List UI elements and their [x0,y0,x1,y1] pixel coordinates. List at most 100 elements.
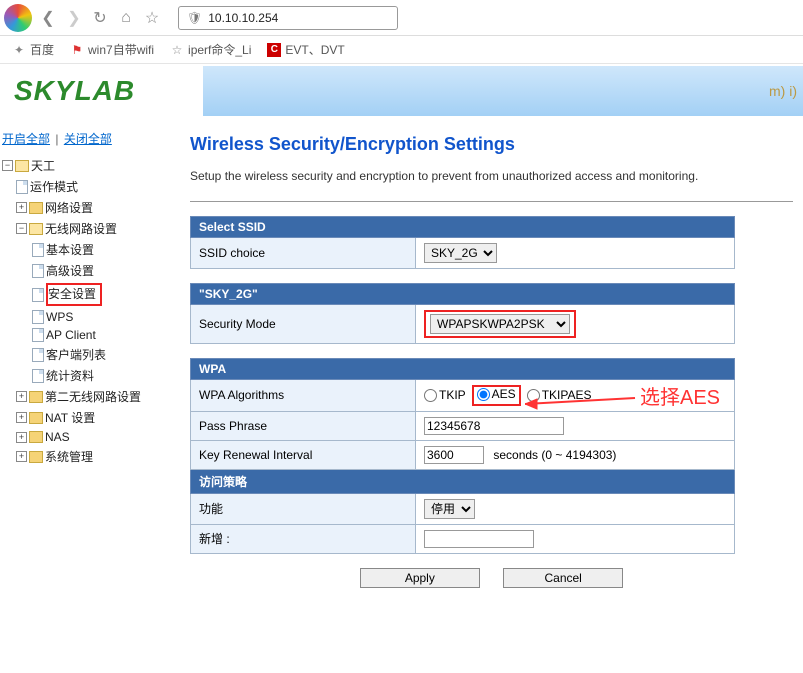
bookmark-wifi[interactable]: ⚑win7自带wifi [70,41,154,58]
close-all-link[interactable]: 关闭全部 [64,132,112,146]
home-button[interactable]: ⌂ [116,8,136,28]
tree-item-sys[interactable]: + 系统管理 [2,446,180,467]
radio-aes[interactable]: AES [477,387,516,401]
folder-icon [29,412,43,424]
expand-icon[interactable]: + [16,432,27,443]
expand-icon[interactable]: + [16,412,27,423]
cancel-button[interactable]: Cancel [503,568,623,588]
add-cell [416,524,735,553]
tree-label: 网络设置 [45,199,93,216]
bookmark-iperf[interactable]: ☆iperf命令_Li [170,41,251,58]
tree-item-basic[interactable]: 基本设置 [2,239,180,260]
folder-icon [29,223,43,235]
file-icon [32,264,44,278]
tree-item-nat[interactable]: +NAT 设置 [2,407,180,428]
file-icon [16,180,28,194]
bookmark-label: 百度 [30,41,54,58]
tree-label: 运作模式 [30,178,78,195]
ssid-choice-label: SSID choice [191,238,416,269]
tree-item-wlanset[interactable]: − 无线网路设置 [2,218,180,239]
reload-button[interactable]: ↻ [90,8,110,28]
folder-icon [29,431,43,443]
browser-toolbar: ❮ ❯ ↻ ⌂ ☆ 🛡 10.10.10.254 [0,0,803,36]
sky2g-table: "SKY_2G" Security Mode WPAPSKWPA2PSK [190,283,735,344]
ssid-choice-select[interactable]: SKY_2G [424,243,497,263]
tree-label: 无线网路设置 [45,220,117,237]
tree-label: 系统管理 [45,448,93,465]
tree-item-security[interactable]: 安全设置 [2,281,180,308]
folder-icon [29,451,43,463]
bookmark-icon: ⚑ [70,43,84,57]
radio-label: TKIP [439,388,466,402]
expand-icon[interactable]: + [16,202,27,213]
tree-label: 第二无线网路设置 [45,388,141,405]
expand-icon[interactable]: + [16,391,27,402]
forward-button[interactable]: ❯ [64,8,84,28]
address-bar[interactable]: 🛡 10.10.10.254 [178,6,398,30]
folder-icon [29,202,43,214]
tree-root[interactable]: −天工 [2,155,180,176]
file-icon [32,369,44,383]
tree-label: 高级设置 [46,262,94,279]
tree-item-adv[interactable]: 高级设置 [2,260,180,281]
radio-label: AES [492,387,516,401]
tree-item-clientlist[interactable]: 客户端列表 [2,344,180,365]
url-text: 10.10.10.254 [208,11,278,25]
star-button[interactable]: ☆ [142,8,162,28]
radio-aes-input[interactable] [477,388,490,401]
ssid-choice-cell: SKY_2G [416,238,735,269]
tree-controls: 开启全部 | 关闭全部 [2,126,180,155]
bookmark-icon: C [267,43,281,57]
header-banner: SKYLAB m) i) [0,64,803,126]
add-label: 新增 : [191,524,416,553]
tree-label: NAS [45,430,70,444]
radio-tkip[interactable]: TKIP [424,388,466,402]
pass-phrase-input[interactable] [424,417,564,435]
tree-item-stats[interactable]: 统计资料 [2,365,180,386]
key-renewal-label: Key Renewal Interval [191,440,416,469]
bookmark-icon: ☆ [170,43,184,57]
bookmarks-bar: ✦百度 ⚑win7自带wifi ☆iperf命令_Li CEVT、DVT [0,36,803,64]
tree-label: 客户端列表 [46,346,106,363]
open-all-link[interactable]: 开启全部 [2,132,50,146]
pass-phrase-label: Pass Phrase [191,411,416,440]
file-icon [32,243,44,257]
highlight-box: AES [472,385,521,406]
tree-item-opmode[interactable]: 运作模式 [2,176,180,197]
file-icon [32,310,44,324]
expand-icon[interactable]: + [16,451,27,462]
collapse-icon[interactable]: − [2,160,13,171]
tree-item-wlan2[interactable]: + 第二无线网路设置 [2,386,180,407]
separator: | [55,132,58,146]
key-renewal-input[interactable] [424,446,484,464]
folder-icon [29,391,43,403]
back-button[interactable]: ❮ [38,8,58,28]
radio-tkip-input[interactable] [424,389,437,402]
func-cell: 停用 [416,493,735,524]
collapse-icon[interactable]: − [16,223,27,234]
tree-item-apclient[interactable]: AP Client [2,326,180,344]
add-input[interactable] [424,530,534,548]
security-mode-cell: WPAPSKWPA2PSK [416,305,735,344]
folder-icon [15,160,29,172]
security-mode-label: Security Mode [191,305,416,344]
page-title: Wireless Security/Encryption Settings [190,134,793,155]
func-select[interactable]: 停用 [424,499,475,519]
tree-item-netset[interactable]: + 网络设置 [2,197,180,218]
file-icon [32,348,44,362]
apply-button[interactable]: Apply [360,568,480,588]
skylab-logo: SKYLAB [14,75,135,107]
shield-icon: 🛡 [187,11,202,25]
browser-logo-icon [4,4,32,32]
table-header: Select SSID [191,217,735,238]
banner-item: m) i) [769,83,797,99]
tree-item-wps[interactable]: WPS [2,308,180,326]
security-mode-select[interactable]: WPAPSKWPA2PSK [430,314,570,334]
bookmark-baidu[interactable]: ✦百度 [12,41,54,58]
bookmark-evt[interactable]: CEVT、DVT [267,41,344,58]
tree-label: AP Client [46,328,96,342]
file-icon [32,328,44,342]
banner-right: m) i) [203,66,803,116]
tree-item-nas[interactable]: + NAS [2,428,180,446]
main-content: Wireless Security/Encryption Settings Se… [180,126,803,588]
